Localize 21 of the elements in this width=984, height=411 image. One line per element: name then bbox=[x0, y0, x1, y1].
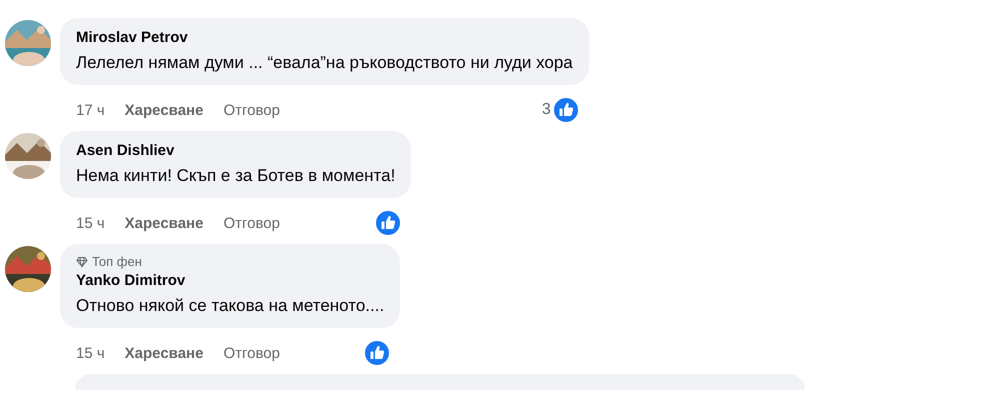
reply-link[interactable]: Отговор bbox=[223, 214, 280, 232]
reply-link[interactable]: Отговор bbox=[223, 344, 280, 362]
like-link[interactable]: Харесване bbox=[124, 102, 204, 118]
author-name[interactable]: Miroslav Petrov bbox=[76, 28, 573, 48]
author-name[interactable]: Yanko Dimitrov bbox=[76, 271, 384, 291]
reaction-count: 3 bbox=[542, 101, 551, 119]
author-name[interactable]: Asen Dishliev bbox=[76, 141, 396, 161]
comment-text: Нема кинти! Скъп е за Ботев в момента! bbox=[76, 165, 396, 187]
timestamp[interactable]: 17 ч bbox=[76, 102, 105, 118]
like-link[interactable]: Харесване bbox=[124, 214, 204, 232]
thumbs-up-icon[interactable] bbox=[375, 210, 402, 236]
thumbs-up-icon[interactable] bbox=[552, 97, 579, 123]
diamond-icon bbox=[76, 256, 88, 268]
thumbs-up-icon[interactable] bbox=[364, 340, 390, 366]
timestamp[interactable]: 15 ч bbox=[76, 214, 105, 232]
badge-label: Топ фен bbox=[92, 254, 142, 269]
comment-text: Отново някой се такова на метеното.... bbox=[76, 295, 384, 317]
timestamp[interactable]: 15 ч bbox=[76, 344, 105, 362]
reply-link[interactable]: Отговор bbox=[223, 102, 280, 118]
comment-text: Лелелел нямам думи ... “евала”на ръководството ни луди хора bbox=[76, 52, 573, 74]
like-link[interactable]: Харесване bbox=[124, 344, 204, 362]
